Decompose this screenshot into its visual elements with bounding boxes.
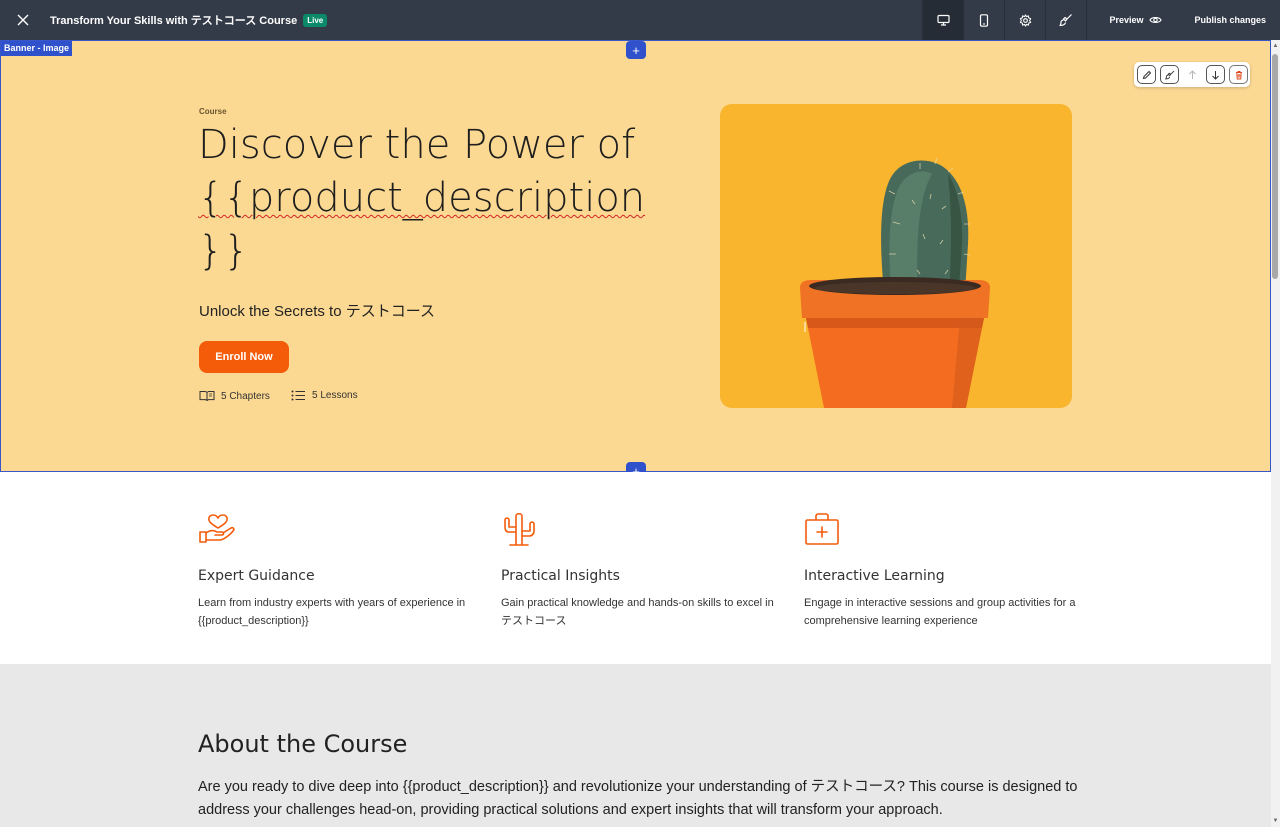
hand-heart-icon	[199, 514, 235, 543]
editor-toolbar: Transform Your Skills with テストコース Course…	[0, 0, 1280, 40]
feature-title: Practical Insights	[501, 568, 620, 584]
close-icon	[17, 14, 29, 26]
about-section: About the Course Are you ready to dive d…	[0, 664, 1271, 827]
style-block-button[interactable]	[1160, 65, 1179, 84]
about-text: Are you ready to dive deep into {{produc…	[198, 779, 1078, 818]
trash-icon	[1235, 70, 1242, 79]
desktop-view-button[interactable]	[922, 0, 964, 40]
status-badge: Live	[303, 13, 328, 27]
book-icon	[199, 391, 215, 402]
add-section-above-button[interactable]: +	[626, 41, 646, 59]
block-toolbar	[1134, 62, 1250, 87]
block-label: Banner - Image	[1, 41, 73, 56]
delete-block-button[interactable]	[1229, 65, 1248, 84]
hero-title-line-3: }}	[198, 228, 249, 274]
preview-label: Preview	[1109, 15, 1144, 25]
list-icon	[291, 390, 305, 401]
hero-title-line-2: {{product_description	[198, 175, 646, 221]
hero-image[interactable]	[720, 104, 1072, 408]
mobile-view-button[interactable]	[963, 0, 1004, 40]
move-up-button[interactable]	[1183, 65, 1202, 84]
about-heading: About the Course	[198, 730, 408, 758]
cactus-pot-illustration	[800, 157, 990, 408]
banner-section[interactable]: Banner - Image + Course Discover the Pow…	[0, 40, 1271, 480]
scroll-up-arrow[interactable]: ▲	[1272, 42, 1279, 50]
feature-text: Gain practical knowledge and hands-on sk…	[501, 597, 774, 627]
chapters-text: 5 Chapters	[221, 390, 270, 402]
desktop-icon	[937, 14, 950, 26]
scroll-down-arrow[interactable]: ▼	[1272, 817, 1279, 825]
eye-icon	[1149, 17, 1163, 23]
pencil-icon	[1142, 70, 1151, 79]
feature-title: Interactive Learning	[804, 568, 945, 584]
move-down-button[interactable]	[1206, 65, 1225, 84]
theme-button[interactable]	[1045, 0, 1086, 40]
features-section: Expert Guidance Learn from industry expe…	[0, 472, 1271, 664]
feature-title: Expert Guidance	[198, 568, 315, 584]
brush-icon	[1059, 14, 1073, 27]
feature-text: Learn from industry experts with years o…	[198, 597, 466, 627]
lessons-text: 5 Lessons	[312, 390, 358, 401]
chapters-count: 5 Chapters	[199, 390, 270, 402]
close-button[interactable]	[0, 0, 46, 40]
arrow-down-icon	[1212, 70, 1219, 80]
course-label: Course	[199, 107, 227, 116]
page-title: Transform Your Skills with テストコース Course	[50, 15, 298, 27]
enroll-now-button[interactable]: Enroll Now	[199, 341, 289, 373]
mobile-icon	[980, 13, 989, 27]
cactus-icon	[504, 512, 535, 546]
feature-text: Engage in interactive sessions and group…	[804, 597, 1076, 627]
first-aid-kit-icon	[805, 513, 839, 545]
hero-title[interactable]: Discover the Power of {{product_descript…	[198, 119, 668, 278]
preview-button[interactable]: Preview	[1086, 0, 1184, 40]
lessons-count: 5 Lessons	[291, 390, 358, 401]
scrollbar[interactable]: ▲ ▼	[1271, 40, 1280, 827]
scrollbar-thumb[interactable]	[1272, 54, 1278, 279]
publish-button[interactable]: Publish changes	[1184, 0, 1280, 40]
hero-title-line-1: Discover the Power of	[198, 122, 636, 168]
settings-icon	[1019, 13, 1032, 27]
arrow-up-icon	[1189, 69, 1196, 79]
settings-button[interactable]	[1004, 0, 1045, 40]
hero-subtitle: Unlock the Secrets to テストコース	[199, 303, 435, 320]
edit-block-button[interactable]	[1137, 65, 1156, 84]
brush-icon	[1164, 70, 1174, 79]
